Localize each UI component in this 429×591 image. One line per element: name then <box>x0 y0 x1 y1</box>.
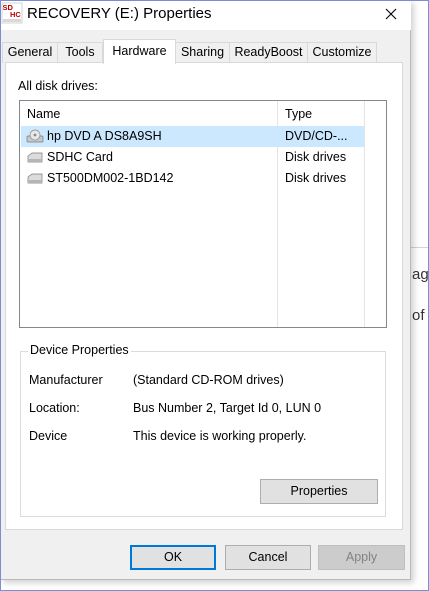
screenshot-frame <box>0 0 429 591</box>
tab-hardware[interactable]: Hardware <box>103 39 176 64</box>
